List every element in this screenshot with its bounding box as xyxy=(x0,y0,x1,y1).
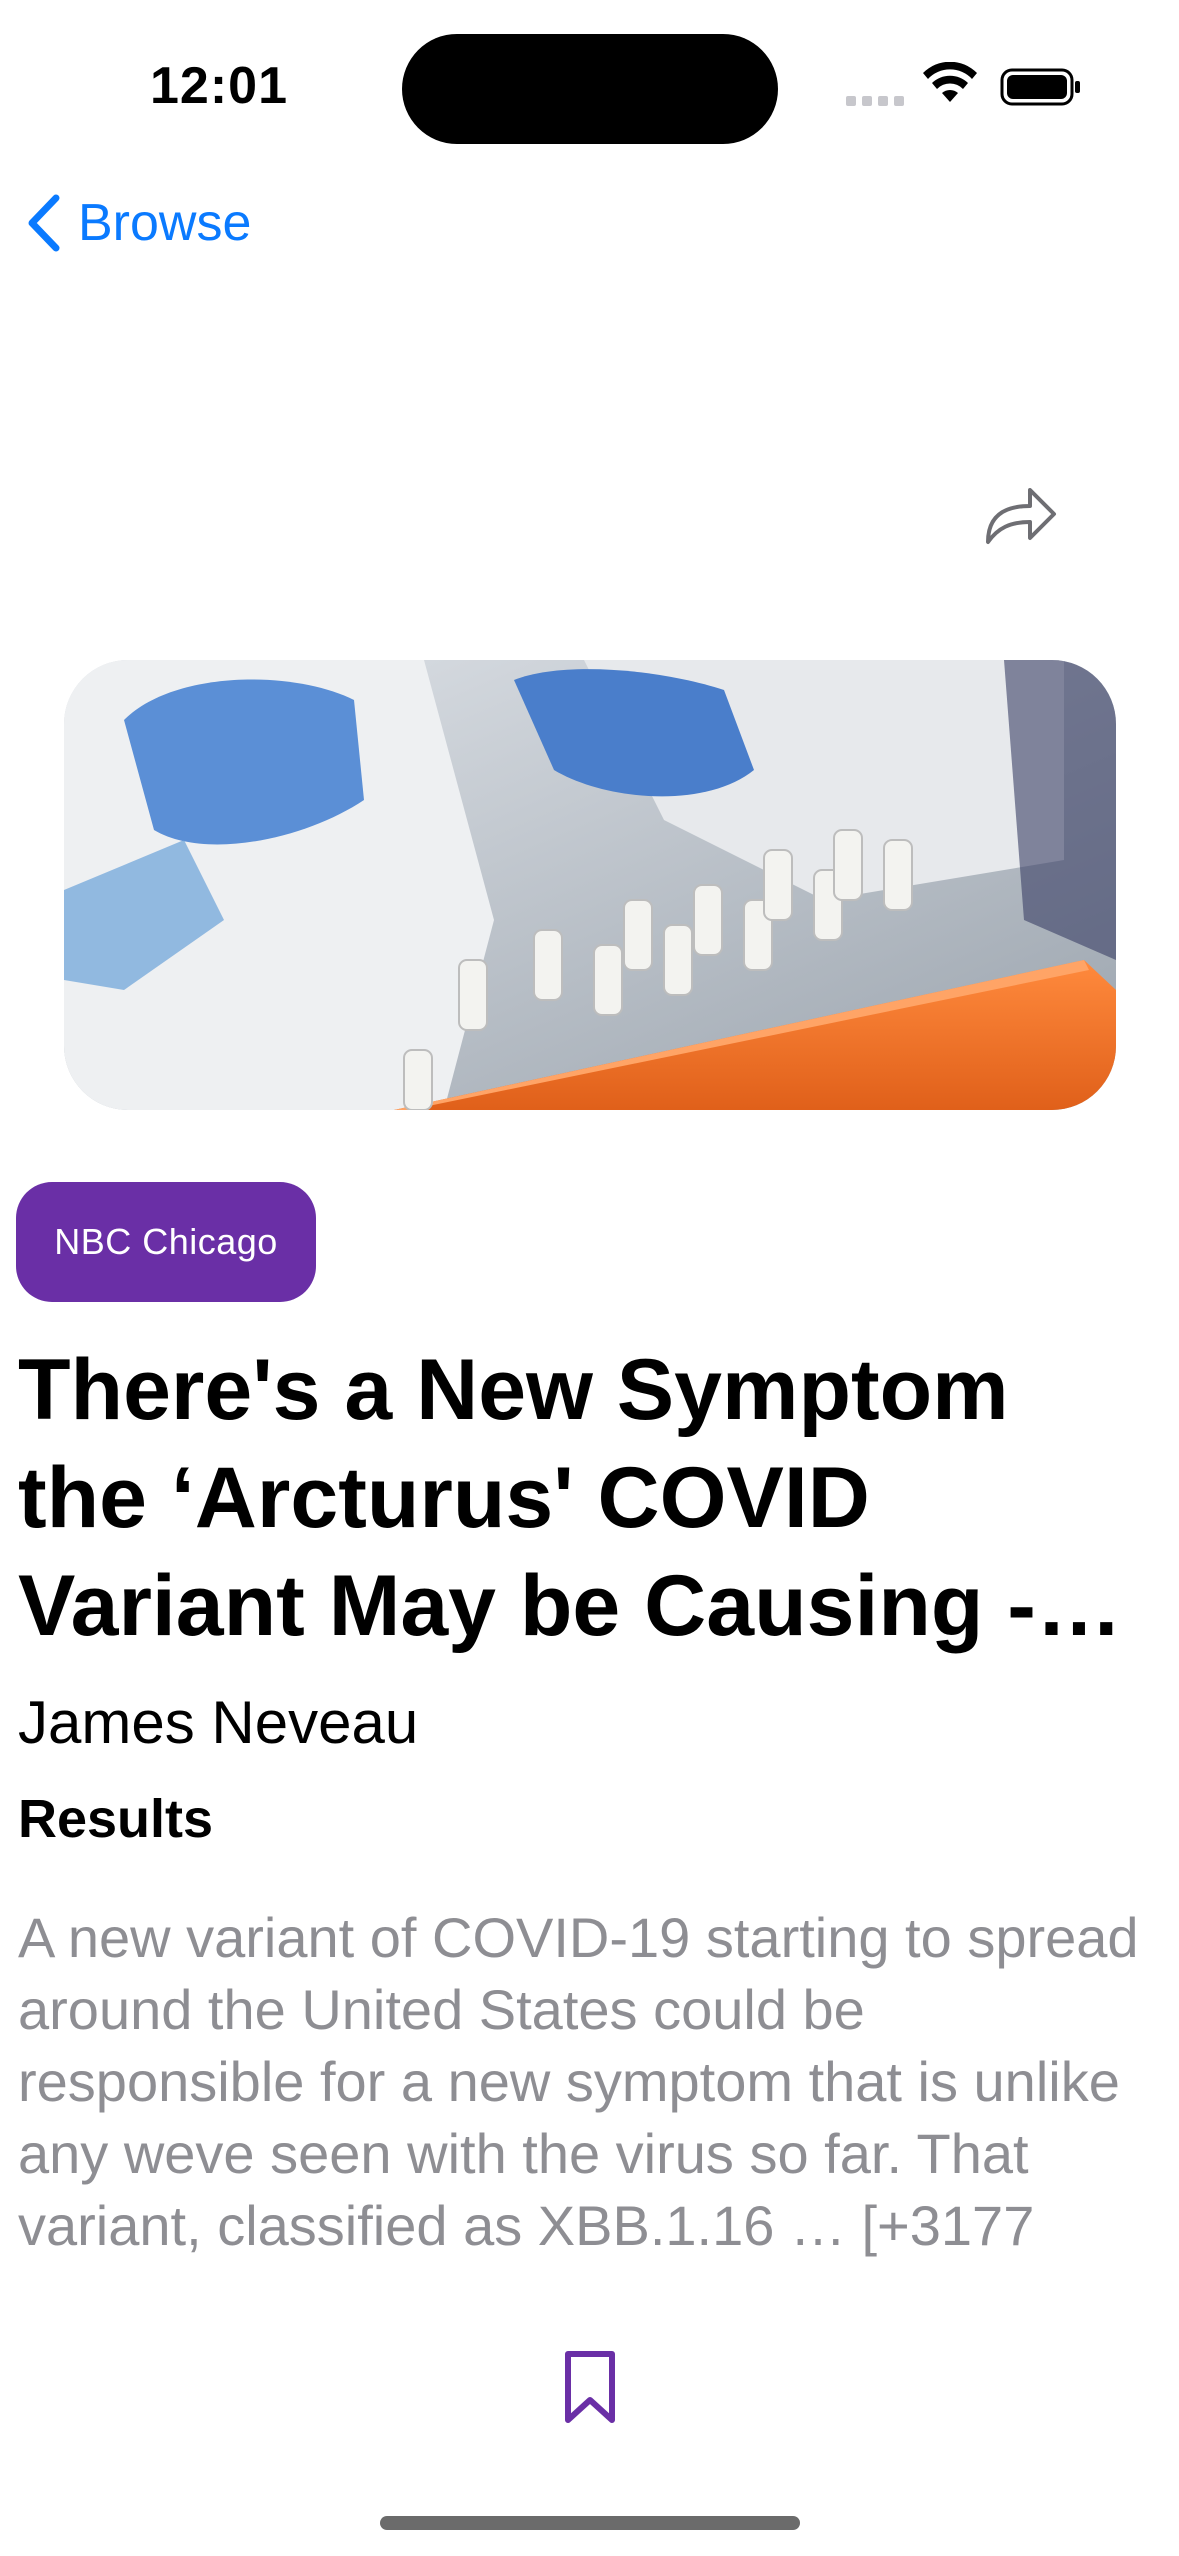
article-screen: 12:01 Browse NBC Chicago There's a New S… xyxy=(0,0,1179,2556)
article-hero-image xyxy=(64,660,1116,1110)
wifi-icon xyxy=(923,62,977,102)
chevron-left-icon xyxy=(28,194,60,252)
article-author: James Neveau xyxy=(18,1689,419,1756)
article-summary: A new variant of COVID-19 starting to sp… xyxy=(18,1906,1139,2276)
back-button[interactable]: Browse xyxy=(24,192,251,254)
battery-icon xyxy=(1000,68,1080,106)
bookmark-icon[interactable] xyxy=(560,2350,620,2426)
status-time: 12:01 xyxy=(150,57,288,115)
results-label: Results xyxy=(18,1789,214,1849)
source-badge: NBC Chicago xyxy=(16,1182,316,1302)
article-headline: There's a New Symptom the ‘Arcturus' COV… xyxy=(18,1342,1036,1654)
dynamic-island xyxy=(402,34,778,144)
back-label: Browse xyxy=(78,194,252,252)
share-arrow-icon[interactable] xyxy=(980,480,1060,550)
cellular-signal-icon xyxy=(846,96,904,106)
home-indicator[interactable] xyxy=(380,2516,800,2530)
